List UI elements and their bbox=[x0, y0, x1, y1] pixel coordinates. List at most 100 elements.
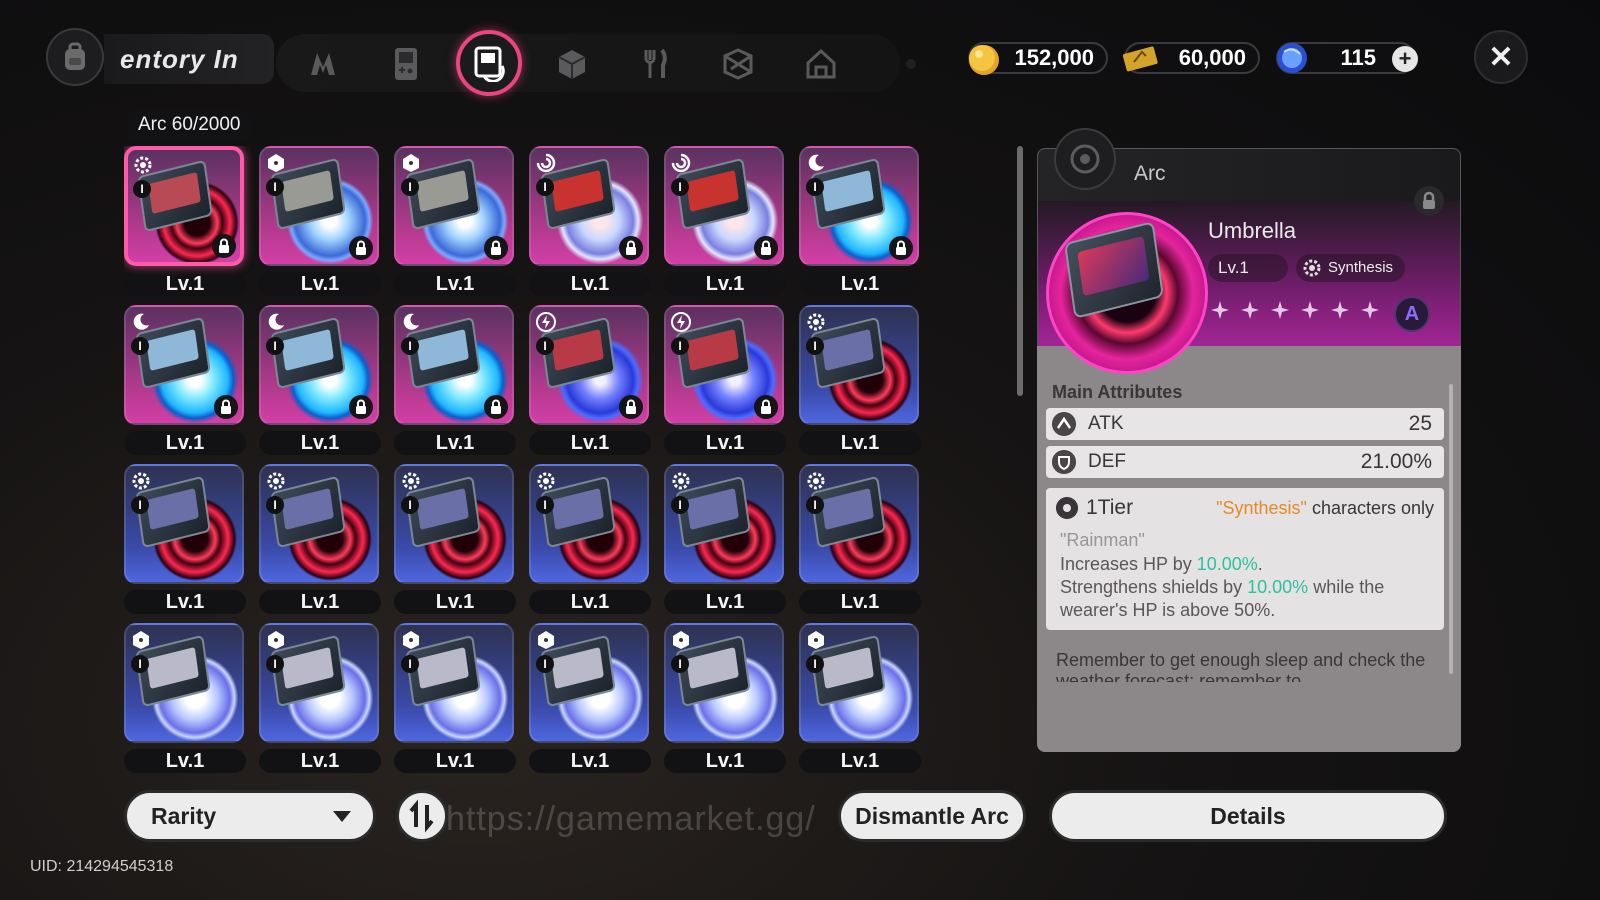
arc-card[interactable]: I Lv.1 bbox=[664, 146, 786, 296]
tier-pip: I bbox=[536, 496, 554, 514]
tier-header: 1Tier bbox=[1056, 496, 1133, 520]
inventory-bag-button[interactable] bbox=[46, 28, 104, 86]
arc-level: Lv.1 bbox=[529, 431, 651, 455]
star-icon bbox=[1331, 301, 1349, 319]
tab-package[interactable] bbox=[716, 42, 760, 86]
arc-level: Lv.1 bbox=[664, 272, 786, 296]
attr-label: ATK bbox=[1088, 413, 1124, 434]
arc-thumbnail: I bbox=[664, 305, 784, 425]
user-id: UID: 214294545318 bbox=[30, 858, 174, 875]
arc-thumbnail: I bbox=[259, 146, 379, 266]
tab-cube[interactable] bbox=[550, 42, 594, 86]
gold-currency: 152,000 bbox=[968, 42, 1108, 75]
arc-level: Lv.1 bbox=[394, 431, 516, 455]
arc-card[interactable]: I Lv.1 bbox=[799, 623, 921, 773]
attr-row-atk: ATK 25 bbox=[1046, 408, 1444, 440]
arc-card[interactable]: I Lv.1 bbox=[529, 146, 651, 296]
detail-category: Arc bbox=[1134, 162, 1166, 185]
lock-icon bbox=[889, 236, 913, 260]
lock-icon bbox=[349, 395, 373, 419]
crystal-orb-icon bbox=[1277, 43, 1307, 73]
arc-card[interactable]: I Lv.1 bbox=[529, 623, 651, 773]
arc-card[interactable]: I Lv.1 bbox=[124, 146, 246, 296]
grid-scrollbar[interactable] bbox=[1017, 146, 1023, 396]
arc-card[interactable]: I Lv.1 bbox=[259, 146, 381, 296]
lock-icon bbox=[349, 236, 373, 260]
add-crystal-button[interactable]: + bbox=[1392, 46, 1418, 72]
tab-gameboy[interactable] bbox=[384, 42, 428, 86]
arc-level: Lv.1 bbox=[259, 749, 381, 773]
arc-card[interactable]: I Lv.1 bbox=[124, 464, 246, 614]
details-button[interactable]: Details bbox=[1049, 790, 1447, 842]
arc-card[interactable]: I Lv.1 bbox=[664, 623, 786, 773]
arc-card[interactable]: I Lv.1 bbox=[664, 464, 786, 614]
arc-card[interactable]: I Lv.1 bbox=[259, 623, 381, 773]
arc-thumbnail: I bbox=[529, 623, 649, 743]
tier-requirement: "Synthesis" characters only bbox=[1216, 498, 1434, 519]
lock-icon bbox=[212, 234, 236, 258]
arc-level: Lv.1 bbox=[799, 749, 921, 773]
tier-pip: I bbox=[401, 655, 419, 673]
dismantle-arc-button[interactable]: Dismantle Arc bbox=[838, 790, 1026, 842]
effect-text: while the bbox=[1308, 577, 1385, 597]
arc-thumbnail: I bbox=[799, 146, 919, 266]
tab-food[interactable] bbox=[633, 42, 677, 86]
effect-text: Strengthens shields by bbox=[1060, 577, 1248, 597]
tier-pip: I bbox=[671, 655, 689, 673]
arc-card[interactable]: I Lv.1 bbox=[394, 464, 516, 614]
arc-card[interactable]: I Lv.1 bbox=[124, 623, 246, 773]
tier-effect-line-3: wearer's HP is above 50%. bbox=[1060, 600, 1276, 620]
gear-element-icon bbox=[807, 313, 825, 331]
arc-level: Lv.1 bbox=[529, 590, 651, 614]
close-button[interactable]: ✕ bbox=[1474, 30, 1528, 84]
tab-n[interactable] bbox=[301, 42, 345, 86]
tier-pip: I bbox=[266, 655, 284, 673]
arc-level: Lv.1 bbox=[124, 749, 246, 773]
arc-card[interactable]: I Lv.1 bbox=[394, 623, 516, 773]
dice-element-icon bbox=[133, 631, 149, 649]
ticket-currency: 60,000 bbox=[1122, 42, 1260, 74]
arc-thumbnail: I bbox=[259, 623, 379, 743]
arc-card[interactable]: I Lv.1 bbox=[799, 146, 921, 296]
arc-thumbnail: I bbox=[124, 146, 244, 266]
arc-thumbnail: I bbox=[124, 305, 244, 425]
sort-order-button[interactable] bbox=[396, 790, 448, 842]
lock-icon bbox=[619, 395, 643, 419]
arc-count: Arc 60/2000 bbox=[128, 110, 251, 140]
tab-home[interactable] bbox=[799, 42, 843, 86]
arc-level: Lv.1 bbox=[124, 272, 246, 296]
tier-pip: I bbox=[401, 178, 419, 196]
cube-icon bbox=[558, 50, 586, 79]
attr-label: DEF bbox=[1088, 451, 1126, 472]
arc-card[interactable]: I Lv.1 bbox=[799, 464, 921, 614]
detail-scrollbar[interactable] bbox=[1449, 384, 1453, 674]
arc-thumbnail: I bbox=[799, 464, 919, 584]
tier-pip: I bbox=[131, 496, 149, 514]
rarity-filter-dropdown[interactable]: Rarity bbox=[124, 790, 376, 842]
arc-level: Lv.1 bbox=[259, 272, 381, 296]
arc-card[interactable]: I Lv.1 bbox=[259, 305, 381, 455]
arc-card[interactable]: I Lv.1 bbox=[394, 146, 516, 296]
arc-thumbnail: I bbox=[799, 305, 919, 425]
arc-card[interactable]: I Lv.1 bbox=[529, 464, 651, 614]
moon-element-icon bbox=[268, 313, 284, 330]
arc-card[interactable]: I Lv.1 bbox=[799, 305, 921, 455]
arc-grid: I Lv.1 I Lv.1 I Lv.1 I Lv.1 I Lv.1 I Lv.1 I Lv.1 I Lv.1… bbox=[124, 146, 934, 778]
lock-icon bbox=[754, 236, 778, 260]
lock-toggle[interactable] bbox=[1414, 186, 1444, 216]
tab-arc[interactable] bbox=[456, 30, 522, 96]
arc-disc-icon bbox=[1070, 144, 1100, 174]
tier-pip: I bbox=[536, 178, 554, 196]
item-tag: Synthesis bbox=[1296, 254, 1406, 282]
lock-icon bbox=[1423, 191, 1435, 209]
tier-pip: I bbox=[536, 337, 554, 355]
arc-card[interactable]: I Lv.1 bbox=[394, 305, 516, 455]
dice-element-icon bbox=[538, 631, 554, 649]
arc-card[interactable]: I Lv.1 bbox=[529, 305, 651, 455]
arc-level: Lv.1 bbox=[394, 749, 516, 773]
bolt-element-icon bbox=[671, 312, 691, 332]
arc-card[interactable]: I Lv.1 bbox=[124, 305, 246, 455]
arc-card[interactable]: I Lv.1 bbox=[664, 305, 786, 455]
arc-level: Lv.1 bbox=[664, 431, 786, 455]
arc-card[interactable]: I Lv.1 bbox=[259, 464, 381, 614]
